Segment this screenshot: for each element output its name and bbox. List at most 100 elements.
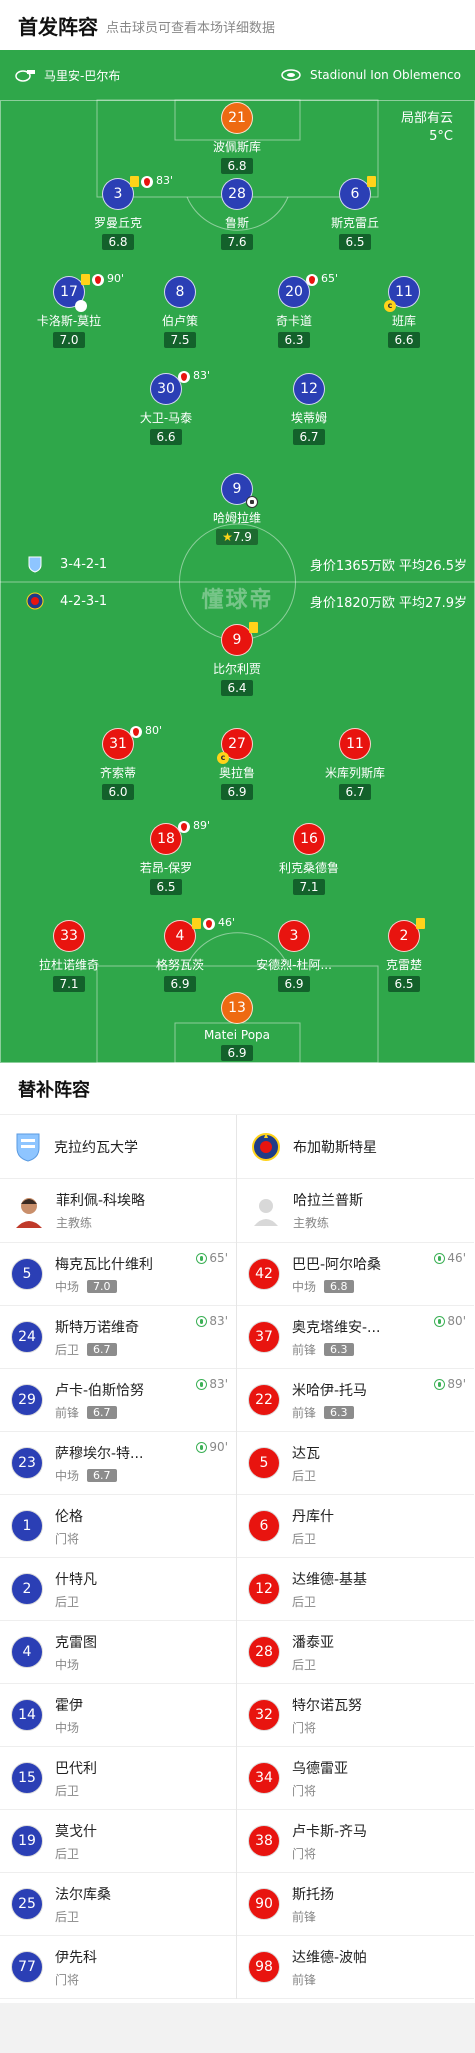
sub-player-row[interactable]: 38 卢卡斯-齐马 门将 [237, 1810, 474, 1873]
page-bottom-gap [0, 2003, 475, 2053]
player-rating: 6.5 [388, 976, 420, 992]
away-player-9[interactable]: 9 比尔利贾 6.4 [182, 622, 292, 696]
player-rating: 7.5 [164, 332, 196, 348]
player-name: 达维德-波帕 [292, 1949, 368, 1966]
captain-icon: c [217, 752, 229, 764]
sub-in-indicator: 46' [434, 1251, 466, 1265]
player-position: 后卫 [55, 1342, 80, 1357]
home-player-28[interactable]: 28 鲁斯 7.6 [182, 178, 292, 250]
player-position: 中场 [55, 1468, 80, 1483]
home-player-11[interactable]: 11 c 班库 6.6 [349, 276, 459, 348]
sub-player-row[interactable]: 4 克雷图 中场 [0, 1621, 236, 1684]
sub-in-icon [196, 1441, 208, 1453]
player-rating: 7.0 [53, 332, 85, 348]
player-position: 后卫 [55, 1846, 80, 1861]
player-name: 法尔库桑 [55, 1886, 111, 1903]
sub-player-row[interactable]: 77 伊先科 门将 [0, 1936, 236, 1999]
home-player-3[interactable]: 3 83' 罗曼丘克 6.8 [63, 174, 173, 250]
home-team-header[interactable]: 克拉约瓦大学 [0, 1115, 236, 1179]
away-player-31[interactable]: 31 80' 齐索蒂 6.0 [63, 724, 173, 800]
sub-minute: 46' [218, 916, 236, 929]
sub-player-row[interactable]: 28 潘泰亚 后卫 [237, 1621, 474, 1684]
player-name: 拉杜诺维奇 [38, 958, 99, 972]
sub-player-row[interactable]: 90 斯托扬 前锋 [237, 1873, 474, 1936]
sub-minute: 83' [156, 174, 174, 187]
away-player-27[interactable]: 27 c 奥拉鲁 6.9 [182, 728, 292, 800]
player-rating: 6.5 [339, 234, 371, 250]
home-player-20[interactable]: 20 65' 奇卡道 6.3 [239, 272, 349, 348]
player-number: 37 [248, 1321, 280, 1353]
sub-player-row[interactable]: 19 莫戈什 后卫 [0, 1810, 236, 1873]
player-name: 伯卢策 [161, 314, 198, 328]
player-number: 6 [248, 1510, 280, 1542]
sub-player-row[interactable]: 23 萨穆埃尔-特... 中场 6.7 90' [0, 1432, 236, 1495]
away-player-4[interactable]: 4 46' 格努瓦茨 6.9 [125, 916, 235, 992]
sub-player-row[interactable]: 37 奥克塔维安-... 前锋 6.3 80' [237, 1306, 474, 1369]
away-player-33[interactable]: 33 拉杜诺维奇 7.1 [14, 920, 124, 992]
home-player-6[interactable]: 6 斯克雷丘 6.5 [300, 176, 410, 250]
away-coach[interactable]: 哈拉兰普斯 主教练 [237, 1179, 474, 1243]
player-name: 若昂-保罗 [139, 861, 193, 875]
home-player-30[interactable]: 30 83' 大卫-马泰 6.6 [111, 369, 221, 445]
sub-player-row[interactable]: 12 达维德-基基 后卫 [237, 1558, 474, 1621]
player-rating: 6.7 [87, 1405, 117, 1419]
player-number: 3 [278, 920, 310, 952]
home-player-17[interactable]: 17 90' 卡洛斯-莫拉 7.0 [14, 272, 124, 348]
sub-player-row[interactable]: 42 巴巴-阿尔哈桑 中场 6.8 46' [237, 1243, 474, 1306]
player-name: 卢卡-伯斯恰努 [55, 1382, 145, 1399]
subs-title: 替补阵容 [0, 1063, 475, 1115]
away-player-16[interactable]: 16 利克桑德鲁 7.1 [254, 823, 364, 895]
away-player-18[interactable]: 18 89' 若昂-保罗 6.5 [111, 819, 221, 895]
player-rating: ★7.9 [216, 529, 258, 545]
sub-player-row[interactable]: 5 梅克瓦比什维利 中场 7.0 65' [0, 1243, 236, 1306]
injury-icon [75, 300, 87, 312]
sub-out-icon [92, 274, 104, 286]
home-player-21[interactable]: 21 波佩斯库 6.8 [182, 102, 292, 174]
sub-player-row[interactable]: 29 卢卡-伯斯恰努 前锋 6.7 83' [0, 1369, 236, 1432]
sub-player-row[interactable]: 98 达维德-波帕 前锋 [237, 1936, 474, 1999]
player-name: 克雷楚 [385, 958, 422, 972]
sub-player-row[interactable]: 25 法尔库桑 后卫 [0, 1873, 236, 1936]
player-number: 28 [221, 178, 253, 210]
sub-player-row[interactable]: 14 霍伊 中场 [0, 1684, 236, 1747]
away-player-13[interactable]: 13 Matei Popa 6.9 [182, 992, 292, 1061]
sub-in-icon [196, 1252, 208, 1264]
stadium-name: Stadionul Ion Oblemenco [309, 68, 461, 82]
sub-in-minute: 65' [209, 1251, 228, 1265]
sub-player-row[interactable]: 24 斯特万诺维奇 后卫 6.7 83' [0, 1306, 236, 1369]
sub-out-icon [306, 274, 318, 286]
home-coach[interactable]: 菲利佩-科埃略 主教练 [0, 1179, 236, 1243]
sub-player-row[interactable]: 5 达瓦 后卫 [237, 1432, 474, 1495]
away-player-3[interactable]: 3 安德烈-杜阿... 6.9 [239, 920, 349, 992]
away-formation: 4-2-3-1 [60, 593, 108, 609]
yellow-card-icon [416, 918, 425, 929]
player-rating: 7.6 [221, 234, 253, 250]
away-player-11[interactable]: 11 米库列斯库 6.7 [300, 728, 410, 800]
sub-player-row[interactable]: 22 米哈伊-托马 前锋 6.3 89' [237, 1369, 474, 1432]
player-name: 卡洛斯-莫拉 [36, 314, 102, 328]
away-player-2[interactable]: 2 克雷楚 6.5 [349, 918, 459, 992]
sub-player-row[interactable]: 6 丹库什 后卫 [237, 1495, 474, 1558]
home-player-12[interactable]: 12 埃蒂姆 6.7 [254, 373, 364, 445]
away-team-value: 身价1820万欧 平均27.9岁 [309, 595, 467, 611]
player-number: 77 [11, 1951, 43, 1983]
away-team-header[interactable]: 布加勒斯特星 [237, 1115, 474, 1179]
sub-in-minute: 83' [209, 1314, 228, 1328]
sub-player-row[interactable]: 32 特尔诺瓦努 门将 [237, 1684, 474, 1747]
sub-player-row[interactable]: 34 乌德雷亚 门将 [237, 1747, 474, 1810]
sub-player-row[interactable]: 1 伦格 门将 [0, 1495, 236, 1558]
yellow-card-icon [130, 176, 139, 187]
player-number: 38 [248, 1825, 280, 1857]
home-player-9[interactable]: 9 哈姆拉维 ★7.9 [182, 473, 292, 545]
sub-player-row[interactable]: 15 巴代利 后卫 [0, 1747, 236, 1810]
player-name: 利克桑德鲁 [278, 861, 339, 875]
player-name: 丹库什 [292, 1508, 334, 1525]
sub-player-row[interactable]: 2 什特凡 后卫 [0, 1558, 236, 1621]
home-player-8[interactable]: 8 伯卢策 7.5 [125, 276, 235, 348]
player-number: 32 [248, 1699, 280, 1731]
player-position: 前锋 [292, 1972, 317, 1987]
player-name: 哈姆拉维 [212, 511, 261, 525]
yellow-card-icon [81, 274, 90, 285]
player-position: 门将 [55, 1531, 80, 1546]
player-number: 4 [11, 1636, 43, 1668]
